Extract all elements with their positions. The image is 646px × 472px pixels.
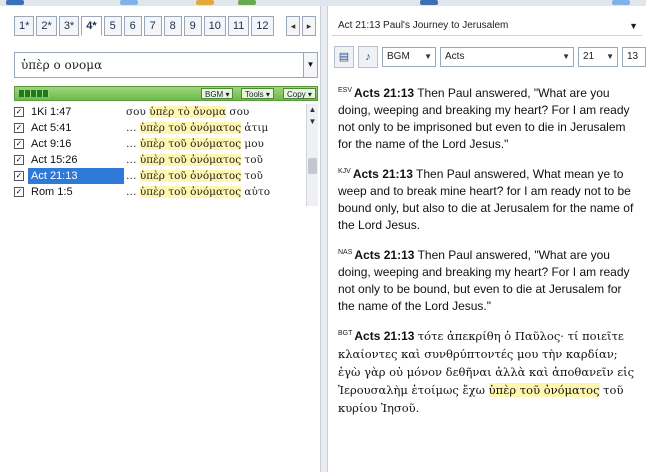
copy-menu-button[interactable]: Copy ▾ [283,88,316,99]
version-tag[interactable]: ESV [338,87,352,94]
result-context: … ὑπὲρ τοῦ ὀνόματος τοῦ [126,170,263,182]
result-reference[interactable]: Act 15:26 [28,152,124,168]
result-reference[interactable]: Act 9:16 [28,136,124,152]
version-select[interactable]: BGM ▼ [382,47,436,67]
result-context: … ὑπὲρ τοῦ ὀνόματος αὐτο [126,186,271,198]
result-checkbox[interactable]: ✓ [14,187,24,197]
result-row[interactable]: ✓ Act 9:16 … ὑπὲρ τοῦ ὀνόματος μου [14,136,304,152]
chevron-down-icon[interactable]: ▼ [629,16,638,36]
tools-menu-button[interactable]: Tools ▾ [241,88,274,99]
tab-scroll-right-icon[interactable]: ▸ [302,16,316,36]
toolbar-icon[interactable] [420,0,438,5]
verse-reference[interactable]: Acts 21:13 [354,86,414,100]
scroll-up-icon[interactable]: ▲ [307,104,318,116]
search-input[interactable]: ὑπὲρ ο ονομα [14,52,304,78]
results-scrollbar[interactable]: ▲ ▼ [306,104,318,206]
tab-3[interactable]: 3* [58,16,80,36]
result-checkbox[interactable]: ✓ [14,139,24,149]
result-reference[interactable]: Act 21:13 [28,168,124,184]
verse-reference[interactable]: Acts 21:13 [354,248,414,262]
result-reference[interactable]: 1Ki 1:47 [28,104,124,120]
passage-title-text: Act 21:13 Paul's Journey to Jerusalem [338,20,509,31]
verse-pane: Act 21:13 Paul's Journey to Jerusalem ▼ … [328,6,646,472]
book-select-value: Acts [445,51,465,62]
version-tag[interactable]: BGT [338,330,352,337]
result-checkbox[interactable]: ✓ [14,155,24,165]
verse-block-esv: ESV Acts 21:13 Then Paul answered, "What … [338,82,638,153]
passage-title[interactable]: Act 21:13 Paul's Journey to Jerusalem ▼ [332,16,642,36]
tab-2[interactable]: 2* [36,16,57,36]
interlinear-icon[interactable]: ♪ [358,46,378,68]
chevron-down-icon: ▼ [606,52,614,61]
tab-8[interactable]: 8 [163,16,182,36]
verse-select[interactable]: 13 [622,47,646,67]
results-progress-indicator [19,90,49,97]
tab-9[interactable]: 9 [183,16,202,36]
chevron-down-icon: ▼ [424,52,432,61]
verse-block-kjv: KJV Acts 21:13 Then Paul answered, What m… [338,163,638,234]
tab-5[interactable]: 5 [103,16,122,36]
version-select-value: BGM [387,51,410,62]
toolbar-icon[interactable] [120,0,138,5]
parallel-view-icon[interactable]: ▤ [334,46,354,68]
toolbar-icon[interactable] [612,0,630,5]
result-row[interactable]: ✓ Act 15:26 … ὑπὲρ τοῦ ὀνόματος τοῦ [14,152,304,168]
tab-7[interactable]: 7 [143,16,162,36]
tab-scroll-left-icon[interactable]: ◂ [286,16,300,36]
search-match-highlight: ὑπὲρ τοῦ ὀνόματος [488,383,600,397]
bgm-menu-button[interactable]: BGM ▾ [201,88,234,99]
result-context: … ὑπὲρ τοῦ ὀνόματος ἀτιμ [126,122,269,134]
verse-block-bgt: BGT Acts 21:13 τότε ἀπεκρίθη ὁ Παῦλος· τί… [338,325,638,417]
verse-text-area: ESV Acts 21:13 Then Paul answered, "What … [338,82,638,427]
pane-splitter[interactable] [320,6,328,472]
version-tag[interactable]: KJV [338,168,351,175]
verse-select-value: 13 [627,51,639,62]
result-row-selected[interactable]: ✓ Act 21:13 … ὑπὲρ τοῦ ὀνόματος τοῦ [14,168,304,184]
result-context: σου ὑπὲρ τὸ ὄνομα σου [126,106,250,118]
chevron-down-icon: ▼ [562,52,570,61]
verse-toolbar: ▤ ♪ BGM ▼ Acts ▼ 21 ▼ 13 [334,46,646,70]
result-row[interactable]: ✓ 1Ki 1:47 σου ὑπὲρ τὸ ὄνομα σου [14,104,304,120]
toolbar-icon[interactable] [238,0,256,5]
result-context: … ὑπὲρ τοῦ ὀνόματος μου [126,138,264,150]
tab-11[interactable]: 11 [227,16,250,36]
result-context: … ὑπὲρ τοῦ ὀνόματος τοῦ [126,154,263,166]
version-tag[interactable]: NAS [338,249,352,256]
result-row[interactable]: ✓ Act 5:41 … ὑπὲρ τοῦ ὀνόματος ἀτιμ [14,120,304,136]
tab-4[interactable]: 4* [81,16,102,36]
toolbar-icon[interactable] [196,0,214,5]
verse-reference[interactable]: Acts 21:13 [353,167,413,181]
result-checkbox[interactable]: ✓ [14,171,24,181]
results-list: ✓ 1Ki 1:47 σου ὑπὲρ τὸ ὄνομα σου ✓ Act 5… [14,104,304,200]
search-pane: 1* 2* 3* 4* 5 6 7 8 9 10 11 12 ◂ ▸ ὑπὲρ … [0,6,320,472]
search-history-dropdown-icon[interactable]: ▼ [304,52,318,78]
results-toolbar: BGM ▾ Tools ▾ Copy ▾ [14,86,318,101]
result-reference[interactable]: Rom 1:5 [28,184,124,200]
verse-reference[interactable]: Acts 21:13 [354,329,414,343]
book-select[interactable]: Acts ▼ [440,47,574,67]
chapter-select[interactable]: 21 ▼ [578,47,618,67]
result-row[interactable]: ✓ Rom 1:5 … ὑπὲρ τοῦ ὀνόματος αὐτο [14,184,304,200]
scroll-down-icon[interactable]: ▼ [307,116,318,128]
tab-12[interactable]: 12 [251,16,274,36]
result-checkbox[interactable]: ✓ [14,123,24,133]
tab-6[interactable]: 6 [123,16,142,36]
chapter-select-value: 21 [583,51,595,62]
verse-block-nas: NAS Acts 21:13 Then Paul answered, "What … [338,244,638,315]
result-reference[interactable]: Act 5:41 [28,120,124,136]
tab-10[interactable]: 10 [203,16,226,36]
scrollbar-thumb[interactable] [308,158,317,174]
result-checkbox[interactable]: ✓ [14,107,24,117]
toolbar-icon[interactable] [6,0,24,5]
tab-1[interactable]: 1* [14,16,35,36]
search-tabs: 1* 2* 3* 4* 5 6 7 8 9 10 11 12 [14,16,274,36]
